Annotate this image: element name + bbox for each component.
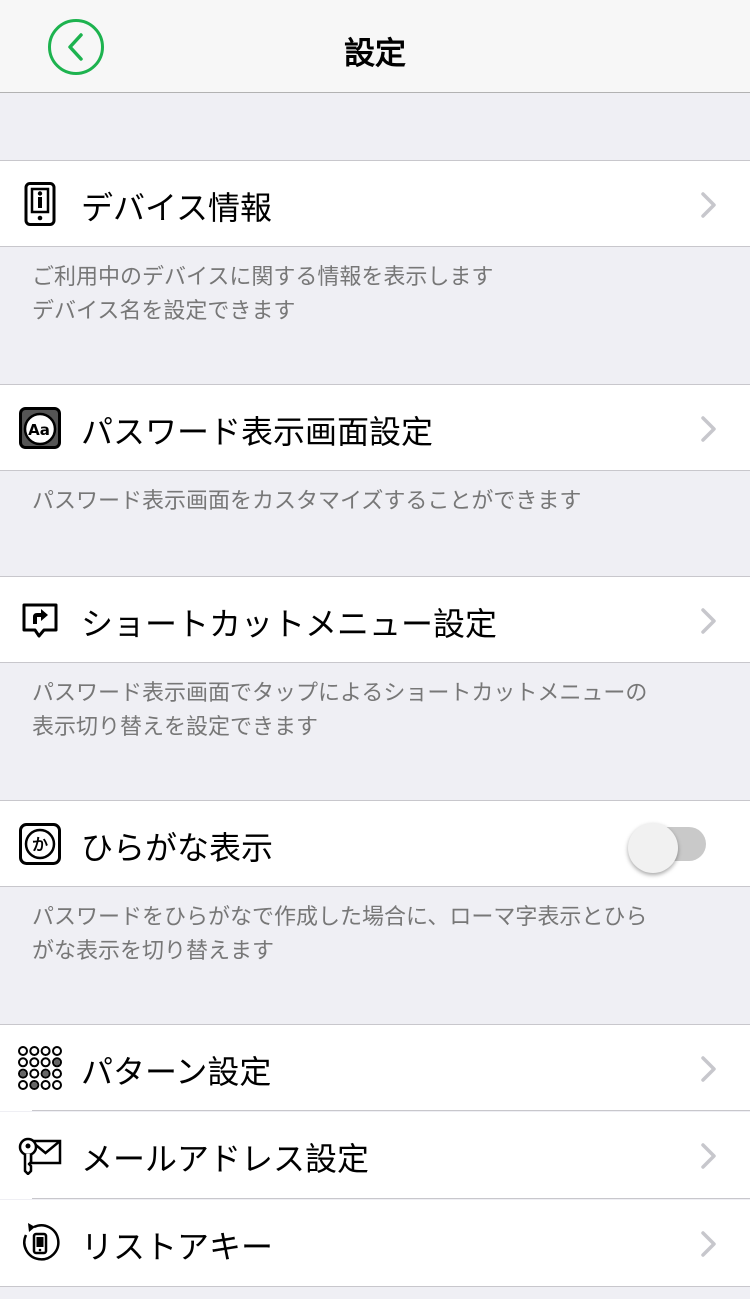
chevron-right-icon bbox=[701, 1143, 716, 1169]
shortcut-menu-description: パスワード表示画面でタップによるショートカットメニューの 表示切り替えを設定でき… bbox=[32, 677, 732, 745]
device-info-desc-line-2: デバイス名を設定できます bbox=[32, 299, 296, 324]
svg-text:Aa: Aa bbox=[28, 421, 50, 439]
navigation-bar: 設定 bbox=[0, 0, 750, 93]
shortcut-menu-label: ショートカットメニュー設定 bbox=[81, 605, 498, 643]
device-info-description: ご利用中のデバイスに関する情報を表示します デバイス名を設定できます bbox=[32, 261, 732, 329]
restore-key-row[interactable]: リストアキー bbox=[0, 1200, 750, 1287]
hiragana-display-toggle[interactable] bbox=[628, 823, 706, 873]
pattern-grid-icon bbox=[18, 1046, 62, 1090]
shortcut-menu-row[interactable]: ショートカットメニュー設定 bbox=[0, 576, 750, 663]
device-info-label: デバイス情報 bbox=[81, 189, 273, 227]
mail-key-icon bbox=[18, 1133, 62, 1177]
shortcut-menu-desc-line-1: パスワード表示画面でタップによるショートカットメニューの bbox=[32, 681, 648, 706]
chevron-right-icon bbox=[701, 1231, 716, 1257]
shortcut-menu-desc-line-2: 表示切り替えを設定できます bbox=[32, 715, 319, 740]
toggle-knob bbox=[628, 823, 678, 873]
shortcut-icon bbox=[18, 598, 62, 642]
hiragana-display-desc-line-1: パスワードをひらがなで作成した場合に、ローマ字表示とひら bbox=[32, 905, 648, 930]
hiragana-icon: か bbox=[18, 822, 62, 866]
chevron-right-icon bbox=[701, 416, 716, 442]
hiragana-display-description: パスワードをひらがなで作成した場合に、ローマ字表示とひら がな表示を切り替えます bbox=[32, 901, 732, 969]
device-info-desc-line-1: ご利用中のデバイスに関する情報を表示します bbox=[32, 265, 494, 290]
restore-key-label: リストアキー bbox=[81, 1228, 274, 1266]
hiragana-display-desc-line-2: がな表示を切り替えます bbox=[32, 939, 275, 964]
mail-address-label: メールアドレス設定 bbox=[81, 1140, 370, 1178]
mail-address-row[interactable]: メールアドレス設定 bbox=[0, 1112, 750, 1199]
row-separator bbox=[32, 1198, 750, 1199]
page-title: 設定 bbox=[344, 36, 406, 72]
chevron-right-icon bbox=[701, 1056, 716, 1082]
device-info-row[interactable]: デバイス情報 bbox=[0, 160, 750, 247]
hiragana-display-row: か ひらがな表示 bbox=[0, 800, 750, 887]
password-view-description: パスワード表示画面をカスタマイズすることができます bbox=[32, 485, 732, 519]
pattern-settings-row[interactable]: パターン設定 bbox=[0, 1024, 750, 1111]
pattern-settings-label: パターン設定 bbox=[81, 1053, 272, 1091]
chevron-right-icon bbox=[701, 608, 716, 634]
row-separator bbox=[32, 1110, 750, 1111]
password-view-row[interactable]: Aa パスワード表示画面設定 bbox=[0, 384, 750, 471]
font-icon: Aa bbox=[18, 406, 62, 450]
password-view-label: パスワード表示画面設定 bbox=[81, 413, 434, 451]
hiragana-icon-glyph: か bbox=[32, 835, 48, 854]
password-view-desc-line-1: パスワード表示画面をカスタマイズすることができます bbox=[32, 489, 582, 514]
info-icon bbox=[18, 182, 62, 226]
restore-key-icon bbox=[18, 1221, 62, 1265]
hiragana-display-label: ひらがな表示 bbox=[81, 829, 274, 867]
chevron-right-icon bbox=[701, 192, 716, 218]
